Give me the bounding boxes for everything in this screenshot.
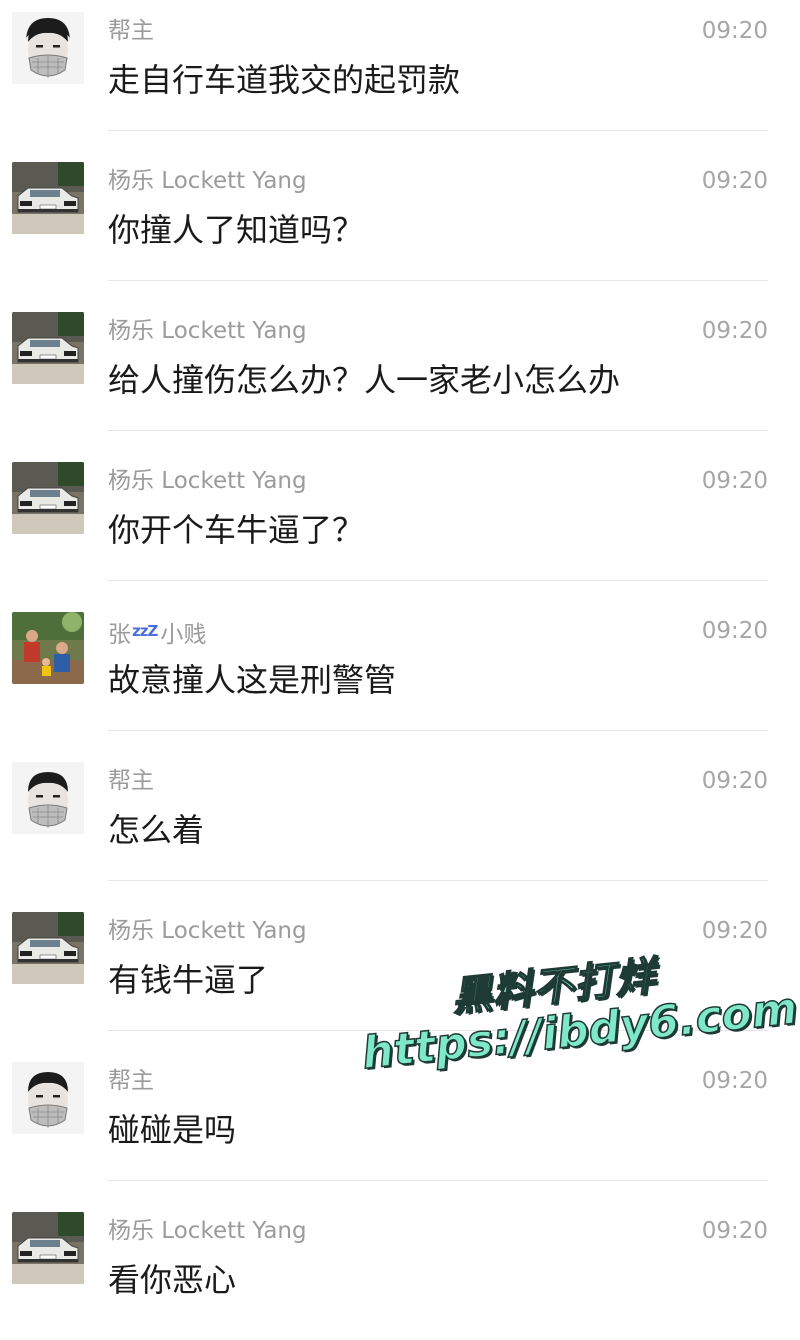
- message-text[interactable]: 碰碰是吗: [108, 1108, 236, 1152]
- message-divider: [108, 1180, 768, 1181]
- message-text[interactable]: 给人撞伤怎么办？人一家老小怎么办: [108, 358, 620, 402]
- avatar-car[interactable]: [12, 1212, 84, 1284]
- chat-message[interactable]: 杨乐 Lockett Yang 09:20 给人撞伤怎么办？人一家老小怎么办: [0, 300, 800, 450]
- chat-message[interactable]: 帮主 09:20 走自行车道我交的起罚款: [0, 0, 800, 150]
- message-timestamp: 09:20: [701, 618, 768, 644]
- message-divider: [108, 130, 768, 131]
- sender-name: 张zzZ 小贱: [108, 622, 207, 648]
- message-divider: [108, 580, 768, 581]
- chat-message-list[interactable]: 帮主 09:20 走自行车道我交的起罚款 杨乐 Lockett Yang 09:…: [0, 0, 800, 1340]
- sender-name: 杨乐 Lockett Yang: [108, 168, 307, 194]
- sender-name: 帮主: [108, 18, 154, 44]
- message-timestamp: 09:20: [701, 918, 768, 944]
- avatar-car[interactable]: [12, 462, 84, 534]
- message-divider: [108, 430, 768, 431]
- message-timestamp: 09:20: [701, 168, 768, 194]
- chat-message[interactable]: 张zzZ 小贱 09:20 故意撞人这是刑警管: [0, 600, 800, 750]
- message-text[interactable]: 你开个车牛逼了？: [108, 508, 364, 552]
- message-timestamp: 09:20: [701, 318, 768, 344]
- avatar-car[interactable]: [12, 312, 84, 384]
- message-text[interactable]: 有钱牛逼了: [108, 958, 268, 1002]
- message-timestamp: 09:20: [701, 18, 768, 44]
- avatar-masked-man[interactable]: [12, 12, 84, 84]
- avatar-masked-man[interactable]: [12, 762, 84, 834]
- message-text[interactable]: 怎么着: [108, 808, 204, 852]
- chat-message[interactable]: 帮主 09:20 怎么着: [0, 750, 800, 900]
- chat-message[interactable]: 杨乐 Lockett Yang 09:20 看你恶心: [0, 1200, 800, 1340]
- message-text[interactable]: 故意撞人这是刑警管: [108, 658, 396, 702]
- message-timestamp: 09:20: [701, 768, 768, 794]
- message-text[interactable]: 你撞人了知道吗？: [108, 208, 364, 252]
- message-divider: [108, 1030, 768, 1031]
- message-divider: [108, 880, 768, 881]
- sender-name: 杨乐 Lockett Yang: [108, 468, 307, 494]
- message-divider: [108, 280, 768, 281]
- avatar-car[interactable]: [12, 162, 84, 234]
- avatar-family-photo[interactable]: [12, 612, 84, 684]
- message-timestamp: 09:20: [701, 468, 768, 494]
- sender-name: 杨乐 Lockett Yang: [108, 318, 307, 344]
- chat-message[interactable]: 杨乐 Lockett Yang 09:20 有钱牛逼了: [0, 900, 800, 1050]
- sender-name: 杨乐 Lockett Yang: [108, 1218, 307, 1244]
- chat-message[interactable]: 杨乐 Lockett Yang 09:20 你撞人了知道吗？: [0, 150, 800, 300]
- avatar-masked-man[interactable]: [12, 1062, 84, 1134]
- sender-name: 帮主: [108, 1068, 154, 1094]
- avatar-car[interactable]: [12, 912, 84, 984]
- message-divider: [108, 730, 768, 731]
- message-text[interactable]: 走自行车道我交的起罚款: [108, 58, 460, 102]
- chat-message[interactable]: 帮主 09:20 碰碰是吗: [0, 1050, 800, 1200]
- message-text[interactable]: 看你恶心: [108, 1258, 236, 1302]
- sender-name: 帮主: [108, 768, 154, 794]
- chat-message[interactable]: 杨乐 Lockett Yang 09:20 你开个车牛逼了？: [0, 450, 800, 600]
- message-timestamp: 09:20: [701, 1218, 768, 1244]
- sender-name: 杨乐 Lockett Yang: [108, 918, 307, 944]
- message-timestamp: 09:20: [701, 1068, 768, 1094]
- sleeping-zzz-emoji: zzZ: [132, 622, 158, 640]
